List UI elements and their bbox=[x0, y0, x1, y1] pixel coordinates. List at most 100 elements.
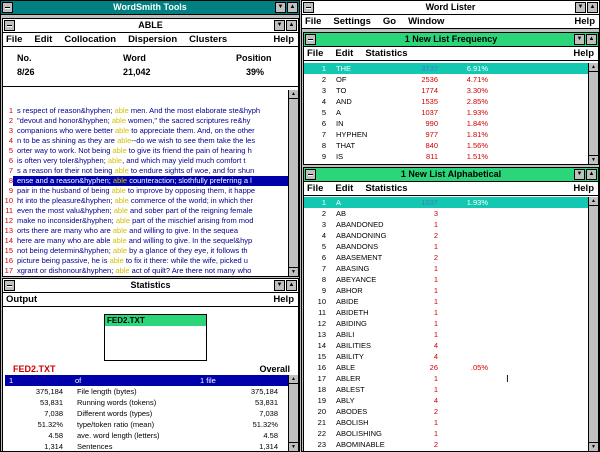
system-menu-icon[interactable] bbox=[305, 169, 316, 180]
menu-statistics[interactable]: Statistics bbox=[365, 48, 407, 59]
menu-edit[interactable]: Edit bbox=[335, 48, 353, 59]
minimize-icon[interactable]: ▼ bbox=[274, 20, 285, 31]
alphabetical-scrollbar[interactable]: ▲ ▼ bbox=[588, 197, 598, 451]
file-list-box[interactable]: FED2.TXT bbox=[104, 314, 207, 361]
concordance-line[interactable]: 1 s respect of reason&hyphen; able men. A… bbox=[3, 106, 288, 116]
statistics-row[interactable]: 7,038 Different words (types) 7,038 bbox=[5, 408, 288, 419]
word-list-row[interactable]: 22 ABOLISHING 1 bbox=[304, 428, 588, 439]
minimize-icon[interactable]: ▼ bbox=[275, 2, 286, 13]
word-list-row[interactable]: 9 ABHOR 1 bbox=[304, 285, 588, 296]
statistics-row[interactable]: 1,314 Sentences 1,314 bbox=[5, 441, 288, 451]
word-list-row[interactable]: 1 A 1037 1.93% bbox=[304, 197, 588, 208]
minimize-icon[interactable]: ▼ bbox=[274, 280, 285, 291]
system-menu-icon[interactable] bbox=[4, 20, 15, 31]
frequency-scrollbar[interactable]: ▲ ▼ bbox=[588, 63, 598, 164]
menu-collocation[interactable]: Collocation bbox=[64, 34, 116, 45]
frequency-title-bar[interactable]: 1 New List Frequency ▼ ▲ bbox=[304, 33, 598, 47]
maximize-icon[interactable]: ▲ bbox=[286, 20, 297, 31]
word-list-row[interactable]: 10 ABIDE 1 bbox=[304, 296, 588, 307]
menu-statistics[interactable]: Statistics bbox=[365, 183, 407, 194]
word-list-row[interactable]: 20 ABODES 2 bbox=[304, 406, 588, 417]
maximize-icon[interactable]: ▲ bbox=[586, 34, 597, 45]
menu-edit[interactable]: Edit bbox=[335, 183, 353, 194]
word-list-row[interactable]: 23 ABOMINABLE 2 bbox=[304, 439, 588, 450]
word-lister-title-bar[interactable]: Word Lister ▼ ▲ bbox=[302, 1, 599, 15]
statistics-row[interactable]: 51.32% type/token ratio (mean) 51.32% bbox=[5, 419, 288, 430]
word-list-row[interactable]: 7 ABASING 1 bbox=[304, 263, 588, 274]
menu-help[interactable]: Help bbox=[273, 294, 294, 305]
concordance-line[interactable]: 5 orter way to work. Not being able to gi… bbox=[3, 146, 288, 156]
menu-help[interactable]: Help bbox=[573, 48, 594, 59]
word-list-row[interactable]: 2 OF 2536 4.71% bbox=[304, 74, 588, 85]
statistics-row[interactable]: 4.58 ave. word length (letters) 4.58 bbox=[5, 430, 288, 441]
file-list-item[interactable]: FED2.TXT bbox=[105, 315, 206, 326]
statistics-scrollbar[interactable]: ▲ ▼ bbox=[288, 375, 298, 451]
scroll-down-icon[interactable]: ▼ bbox=[589, 155, 598, 164]
word-list-row[interactable]: 4 AND 1535 2.85% bbox=[304, 96, 588, 107]
word-list-row[interactable]: 5 ABANDONS 1 bbox=[304, 241, 588, 252]
menu-settings[interactable]: Settings bbox=[333, 16, 370, 27]
scroll-up-icon[interactable]: ▲ bbox=[289, 90, 298, 99]
concordance-line[interactable]: 4 n to be as shining as they are able--do… bbox=[3, 136, 288, 146]
menu-go[interactable]: Go bbox=[383, 16, 396, 27]
system-menu-icon[interactable] bbox=[4, 280, 15, 291]
scroll-up-icon[interactable]: ▲ bbox=[589, 63, 598, 72]
statistics-row[interactable]: 375,184 File length (bytes) 375,184 bbox=[5, 386, 288, 397]
word-list-row[interactable]: 6 ABASEMENT 2 bbox=[304, 252, 588, 263]
frequency-rows[interactable]: 1 THE 3737 6.91% 2 OF 2536 4.71% 3 TO 1774 3.30% 4 AN… bbox=[304, 63, 588, 164]
scroll-up-icon[interactable]: ▲ bbox=[589, 197, 598, 206]
word-list-row[interactable]: 3 TO 1774 3.30% bbox=[304, 85, 588, 96]
word-list-row[interactable]: 17 ABLER 1 bbox=[304, 373, 588, 384]
concordance-line[interactable]: 7 s a reason for their not being able to … bbox=[3, 166, 288, 176]
concordance-line[interactable]: 16 picture being passive, he is able to f… bbox=[3, 256, 288, 266]
word-list-row[interactable]: 1 THE 3737 6.91% bbox=[304, 63, 588, 74]
word-list-row[interactable]: 14 ABILITIES 4 bbox=[304, 340, 588, 351]
menu-file[interactable]: File bbox=[305, 16, 321, 27]
word-list-row[interactable]: 16 ABLE 26 .05% bbox=[304, 362, 588, 373]
minimize-icon[interactable]: ▼ bbox=[575, 2, 586, 13]
word-list-row[interactable]: 2 AB 3 bbox=[304, 208, 588, 219]
maximize-icon[interactable]: ▲ bbox=[286, 280, 297, 291]
word-list-row[interactable]: 18 ABLEST 1 bbox=[304, 384, 588, 395]
word-list-row[interactable]: 21 ABOLISH 1 bbox=[304, 417, 588, 428]
word-list-row[interactable]: 8 THAT 840 1.56% bbox=[304, 140, 588, 151]
menu-help[interactable]: Help bbox=[573, 183, 594, 194]
menu-output[interactable]: Output bbox=[6, 294, 37, 305]
word-list-row[interactable]: 7 HYPHEN 977 1.81% bbox=[304, 129, 588, 140]
menu-file[interactable]: File bbox=[6, 34, 22, 45]
menu-dispersion[interactable]: Dispersion bbox=[128, 34, 177, 45]
menu-file[interactable]: File bbox=[307, 183, 323, 194]
concordance-line[interactable]: 12 make no inconsider&hyphen; able part o… bbox=[3, 216, 288, 226]
word-list-row[interactable]: 6 IN 990 1.84% bbox=[304, 118, 588, 129]
statistics-row[interactable]: 53,831 Running words (tokens) 53,831 bbox=[5, 397, 288, 408]
concordance-line[interactable]: 17 xgrant or dishonour&hyphen; able act o… bbox=[3, 266, 288, 276]
maximize-icon[interactable]: ▲ bbox=[587, 2, 598, 13]
word-list-row[interactable]: 13 ABILI 1 bbox=[304, 329, 588, 340]
scroll-down-icon[interactable]: ▼ bbox=[589, 442, 598, 451]
statistics-title-bar[interactable]: Statistics ▼ ▲ bbox=[3, 279, 298, 293]
menu-help[interactable]: Help bbox=[273, 34, 294, 45]
concordance-line[interactable]: 2 "devout and honor&hyphen; able women," … bbox=[3, 116, 288, 126]
scroll-down-icon[interactable]: ▼ bbox=[289, 442, 298, 451]
maximize-icon[interactable]: ▲ bbox=[586, 169, 597, 180]
wordsmith-title-bar[interactable]: WordSmith Tools ▼ ▲ bbox=[1, 1, 299, 15]
word-list-row[interactable]: 3 ABANDONED 1 bbox=[304, 219, 588, 230]
minimize-icon[interactable]: ▼ bbox=[574, 34, 585, 45]
word-list-row[interactable]: 5 A 1037 1.93% bbox=[304, 107, 588, 118]
concordance-line[interactable]: 10 ht into the pleasure&hyphen; able comm… bbox=[3, 196, 288, 206]
word-list-row[interactable]: 15 ABILITY 4 bbox=[304, 351, 588, 362]
system-menu-icon[interactable] bbox=[2, 2, 13, 13]
scroll-down-icon[interactable]: ▼ bbox=[289, 267, 298, 276]
concordance-line[interactable]: 6 is often very toler&hyphen; able, and w… bbox=[3, 156, 288, 166]
menu-clusters[interactable]: Clusters bbox=[189, 34, 227, 45]
word-list-row[interactable]: 11 ABIDETH 1 bbox=[304, 307, 588, 318]
system-menu-icon[interactable] bbox=[305, 34, 316, 45]
minimize-icon[interactable]: ▼ bbox=[574, 169, 585, 180]
word-list-row[interactable]: 8 ABEYANCE 1 bbox=[304, 274, 588, 285]
scroll-up-icon[interactable]: ▲ bbox=[289, 375, 298, 384]
statistics-table[interactable]: 1 of 1 file 375,184 File length (bytes) 37… bbox=[5, 375, 288, 451]
menu-help[interactable]: Help bbox=[574, 16, 595, 27]
maximize-icon[interactable]: ▲ bbox=[287, 2, 298, 13]
concordance-line[interactable]: 13 orts there are many who are able and w… bbox=[3, 226, 288, 236]
concordance-line[interactable]: 14 here are many who are able able and wi… bbox=[3, 236, 288, 246]
